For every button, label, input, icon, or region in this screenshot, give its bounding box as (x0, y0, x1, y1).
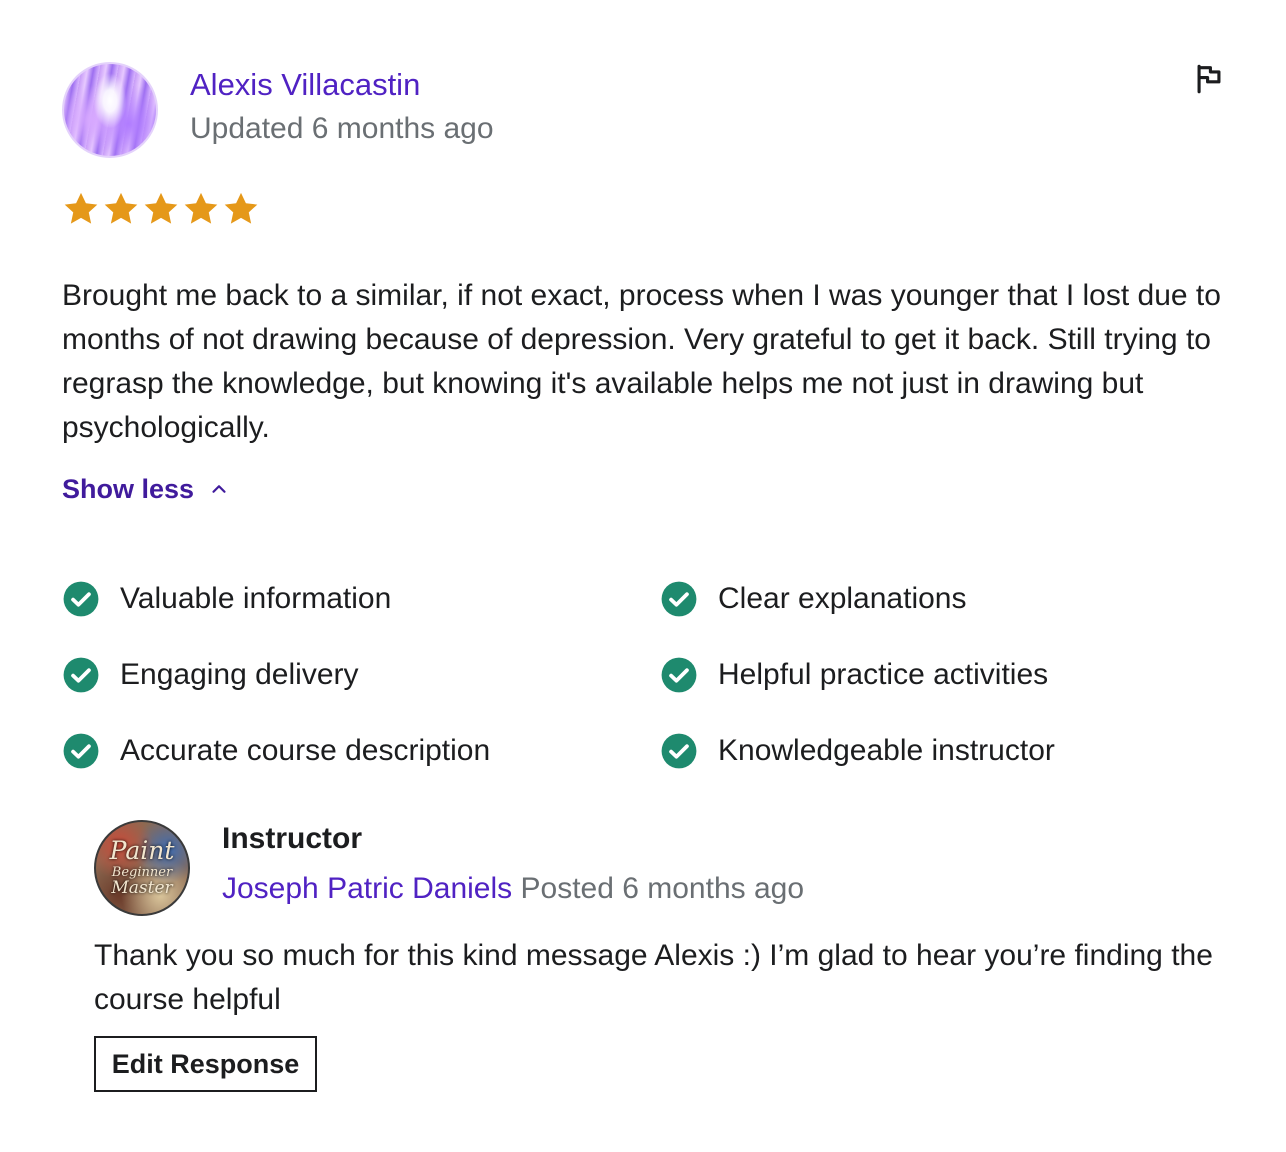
instructor-name: Joseph Patric Daniels (222, 872, 513, 905)
attribute-item: Engaging delivery (62, 656, 359, 694)
check-circle-icon (661, 733, 697, 769)
attribute-label: Engaging delivery (120, 658, 359, 691)
response-role: Instructor (222, 822, 363, 855)
check-circle-icon (661, 581, 697, 617)
show-less-label: Show less (62, 473, 195, 504)
chevron-up-icon (212, 485, 226, 493)
edit-response-button[interactable]: Edit Response (94, 1036, 317, 1092)
instructor-avatar: Paint Beginner Master (94, 820, 190, 916)
response-text: Thank you so much for this kind message … (94, 939, 1213, 1016)
review-text: Brought me back to a similar, if not exa… (62, 279, 1221, 444)
review-updated-time: Updated 6 months ago (190, 112, 494, 145)
star-icon (224, 192, 258, 224)
attribute-item: Clear explanations (660, 580, 966, 618)
attribute-item: Knowledgeable instructor (660, 732, 1055, 770)
reviewer-name: Alexis Villacastin (190, 67, 421, 102)
star-rating (62, 190, 260, 228)
star-icon (64, 192, 98, 224)
attribute-label: Helpful practice activities (718, 658, 1049, 691)
avatar-lettering: Paint (109, 836, 175, 865)
show-less-button[interactable]: Show less (62, 470, 230, 508)
check-circle-icon (661, 657, 697, 693)
attribute-label: Valuable information (120, 582, 392, 615)
star-icon (104, 192, 138, 224)
review-card: Alexis Villacastin Updated 6 months ago … (0, 0, 1286, 1152)
check-circle-icon (63, 657, 99, 693)
attribute-label: Clear explanations (718, 582, 967, 615)
response-meta: Joseph Patric Daniels Posted 6 months ag… (222, 870, 804, 908)
check-circle-icon (63, 733, 99, 769)
star-icon (184, 192, 218, 224)
attribute-label: Knowledgeable instructor (718, 734, 1055, 767)
reviewer-avatar (62, 62, 158, 158)
response-posted-time: Posted 6 months ago (520, 872, 805, 905)
attribute-item: Accurate course description (62, 732, 490, 770)
avatar-lettering: Master (111, 878, 173, 898)
attribute-label: Accurate course description (120, 734, 491, 767)
check-circle-icon (63, 581, 99, 617)
flag-icon[interactable] (1192, 62, 1226, 96)
star-icon (144, 192, 178, 224)
attribute-item: Helpful practice activities (660, 656, 1048, 694)
attribute-item: Valuable information (62, 580, 391, 618)
